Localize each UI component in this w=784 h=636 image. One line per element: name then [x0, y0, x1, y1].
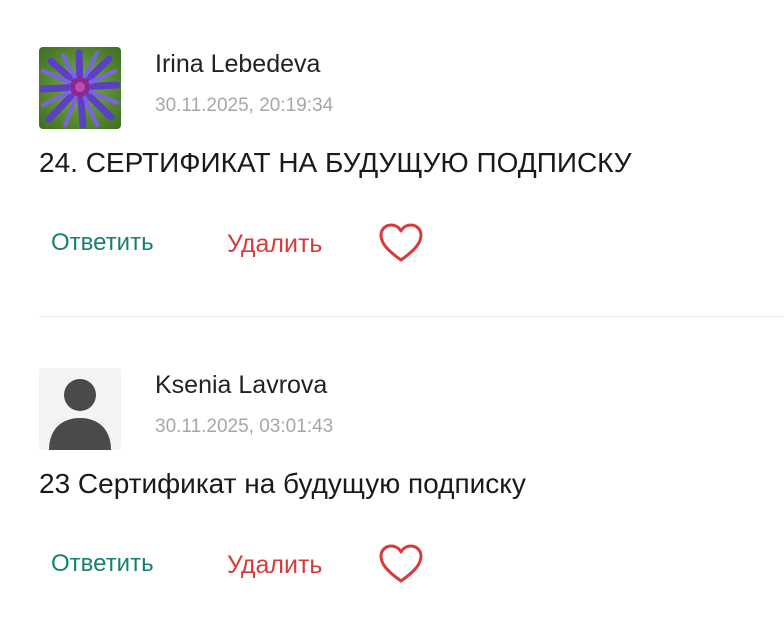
comment-item: Irina Lebedeva 30.11.2025, 20:19:34 24. …: [39, 47, 784, 297]
like-button[interactable]: [378, 543, 424, 585]
default-user-icon: [39, 368, 121, 450]
comment-author: Irina Lebedeva: [155, 50, 321, 78]
reply-button[interactable]: Ответить: [51, 550, 154, 578]
heart-outline-icon: [379, 223, 423, 262]
heart-outline-icon: [379, 544, 423, 583]
delete-button[interactable]: Удалить: [227, 230, 322, 259]
flower-photo-icon: [39, 47, 121, 129]
comment-text: 24. СЕРТИФИКАТ НА БУДУЩУЮ ПОДПИСКУ: [39, 147, 632, 178]
avatar[interactable]: [39, 47, 121, 129]
comment-date: 30.11.2025, 03:01:43: [155, 416, 334, 437]
comment-date: 30.11.2025, 20:19:34: [155, 95, 334, 116]
like-button[interactable]: [378, 222, 424, 264]
comment-text: 23 Сертификат на будущую подписку: [39, 468, 526, 499]
comment-author: Ksenia Lavrova: [155, 371, 328, 399]
reply-button[interactable]: Ответить: [51, 229, 154, 257]
comment-item: Ksenia Lavrova 30.11.2025, 03:01:43 23 С…: [39, 368, 784, 608]
divider: [39, 316, 784, 317]
delete-button[interactable]: Удалить: [227, 551, 322, 580]
avatar[interactable]: [39, 368, 121, 450]
